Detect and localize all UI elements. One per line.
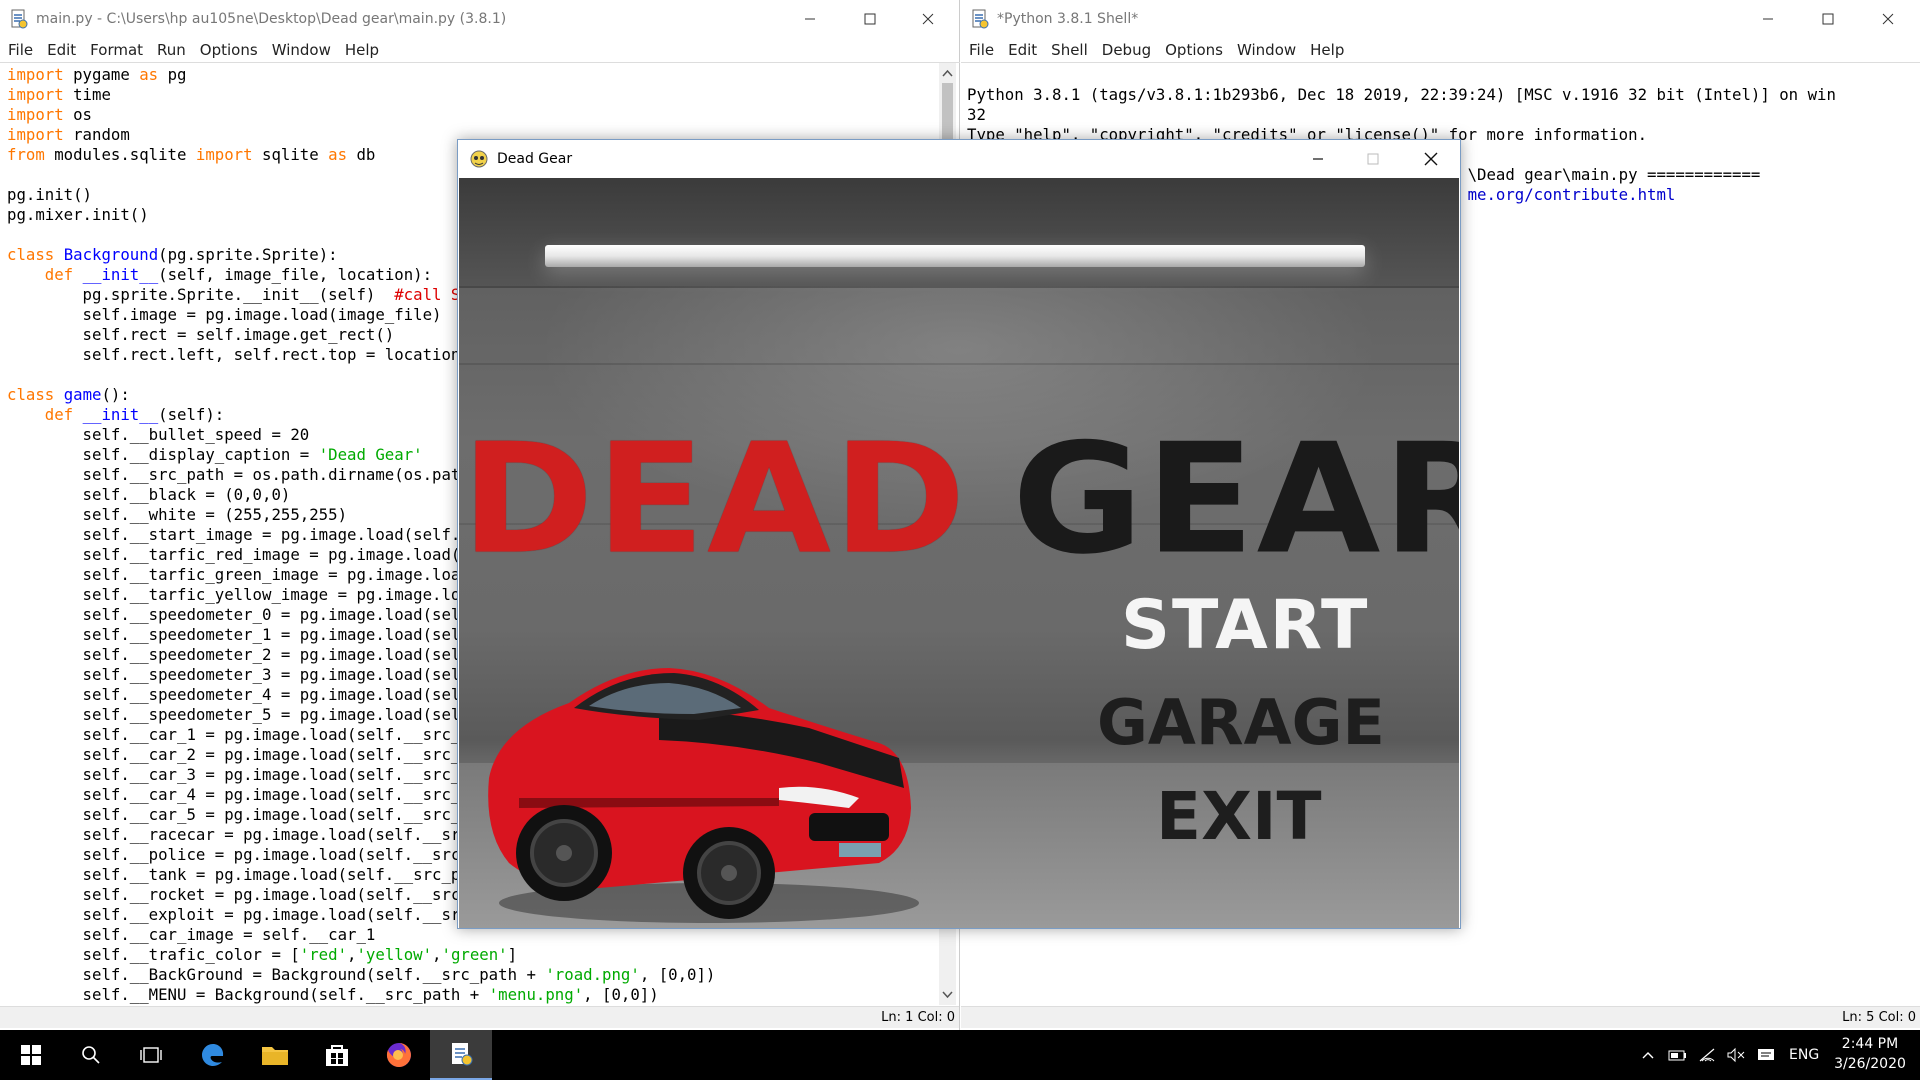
- editor-title: main.py - C:\Users\hp au105ne\Desktop\De…: [36, 11, 507, 27]
- close-button[interactable]: [900, 0, 956, 38]
- taskbar: ENG 2:44 PM 3/26/2020: [0, 1030, 1920, 1080]
- menu-help[interactable]: Help: [1303, 41, 1351, 59]
- menu-window[interactable]: Window: [265, 41, 338, 59]
- logo-gear: GEAR: [1012, 410, 1459, 588]
- speaker-muted-icon[interactable]: [1726, 1047, 1746, 1063]
- menu-file[interactable]: File: [0, 41, 40, 59]
- task-view-button[interactable]: [120, 1030, 182, 1080]
- shell-maximize-button[interactable]: [1800, 0, 1856, 38]
- shell-cursor-position: Ln: 5 Col: 0: [1842, 1010, 1916, 1025]
- minimize-icon: [1763, 18, 1773, 20]
- language-indicator[interactable]: ENG: [1789, 1047, 1819, 1063]
- close-icon: [922, 13, 934, 25]
- windows-logo-icon: [21, 1045, 41, 1065]
- shell-line: 32: [967, 105, 986, 124]
- maximize-icon: [864, 13, 876, 25]
- maximize-icon: [1367, 153, 1379, 165]
- editor-menubar: File Edit Format Run Options Window Help: [0, 38, 959, 62]
- game-maximize-button[interactable]: [1345, 140, 1401, 178]
- pygame-icon: [469, 149, 489, 169]
- game-window: Dead Gear DEAD GEAR START GARAGE EXIT: [457, 139, 1461, 929]
- minimize-icon: [805, 18, 815, 20]
- edge-icon: [202, 1044, 224, 1066]
- editor-cursor-position: Ln: 1 Col: 0: [881, 1010, 955, 1025]
- clock-date: 3/26/2020: [1834, 1056, 1906, 1072]
- shell-line: Python 3.8.1 (tags/v3.8.1:1b293b6, Dec 1…: [967, 85, 1836, 104]
- editor-titlebar[interactable]: main.py - C:\Users\hp au105ne\Desktop\De…: [0, 0, 959, 38]
- game-minimize-button[interactable]: [1290, 140, 1346, 178]
- firefox-icon: [386, 1043, 411, 1067]
- shell-title: *Python 3.8.1 Shell*: [997, 11, 1139, 27]
- menu-edit[interactable]: Edit: [40, 41, 83, 59]
- maximize-button[interactable]: [842, 0, 898, 38]
- menu-edit[interactable]: Edit: [1001, 41, 1044, 59]
- logo-dead: DEAD: [461, 410, 968, 588]
- minimize-button[interactable]: [782, 0, 838, 38]
- clock[interactable]: 2:44 PM 3/26/2020: [1830, 1034, 1910, 1074]
- menu-options[interactable]: Options: [1158, 41, 1230, 59]
- shell-close-button[interactable]: [1860, 0, 1916, 38]
- menu-shell[interactable]: Shell: [1044, 41, 1095, 59]
- shell-statusbar: Ln: 5 Col: 0: [961, 1006, 1920, 1028]
- game-close-button[interactable]: [1403, 140, 1459, 178]
- folder-icon: [262, 1047, 288, 1065]
- scroll-down-icon: [942, 991, 953, 999]
- python-shell-icon: [970, 9, 990, 29]
- garage-ceiling: [459, 178, 1459, 286]
- close-icon: [1882, 13, 1894, 25]
- minimize-icon: [1313, 158, 1323, 160]
- firefox-button[interactable]: [368, 1030, 430, 1080]
- search-icon: [82, 1046, 100, 1064]
- menu-file[interactable]: File: [961, 41, 1001, 59]
- ceiling-light: [545, 245, 1365, 267]
- game-title: Dead Gear: [497, 151, 573, 167]
- exit-button[interactable]: EXIT: [1156, 778, 1322, 855]
- shell-minimize-button[interactable]: [1740, 0, 1796, 38]
- menu-run[interactable]: Run: [150, 41, 193, 59]
- menu-options[interactable]: Options: [193, 41, 265, 59]
- start-menu-button[interactable]: [0, 1030, 62, 1080]
- python-file-icon: [9, 9, 29, 29]
- clock-time: 2:44 PM: [1841, 1036, 1899, 1052]
- menu-debug[interactable]: Debug: [1095, 41, 1158, 59]
- shell-menubar: File Edit Shell Debug Options Window Hel…: [961, 38, 1920, 62]
- notification-message-icon[interactable]: [1756, 1047, 1776, 1063]
- shell-titlebar[interactable]: *Python 3.8.1 Shell*: [961, 0, 1920, 38]
- wifi-icon[interactable]: [1698, 1047, 1718, 1063]
- search-button[interactable]: [60, 1030, 122, 1080]
- menu-format[interactable]: Format: [83, 41, 150, 59]
- start-button[interactable]: START: [1121, 586, 1369, 665]
- close-icon: [1424, 152, 1438, 166]
- file-explorer-button[interactable]: [244, 1030, 306, 1080]
- garage-button[interactable]: GARAGE: [1097, 686, 1385, 759]
- task-view-icon: [140, 1047, 162, 1063]
- microsoft-store-button[interactable]: [306, 1030, 368, 1080]
- python-idle-button[interactable]: [430, 1030, 492, 1080]
- game-canvas[interactable]: DEAD GEAR START GARAGE EXIT: [459, 178, 1459, 928]
- battery-icon[interactable]: [1668, 1047, 1688, 1063]
- store-icon: [326, 1045, 348, 1066]
- red-mustang-car-image: [488, 668, 919, 923]
- scroll-up-icon: [942, 69, 953, 77]
- chevron-up-icon[interactable]: [1640, 1047, 1656, 1063]
- menu-help[interactable]: Help: [338, 41, 386, 59]
- menu-window[interactable]: Window: [1230, 41, 1303, 59]
- edge-browser-button[interactable]: [182, 1030, 244, 1080]
- maximize-icon: [1822, 13, 1834, 25]
- editor-statusbar: Ln: 1 Col: 0: [0, 1006, 959, 1028]
- python-idle-icon: [452, 1043, 473, 1066]
- game-titlebar[interactable]: Dead Gear: [458, 140, 1460, 178]
